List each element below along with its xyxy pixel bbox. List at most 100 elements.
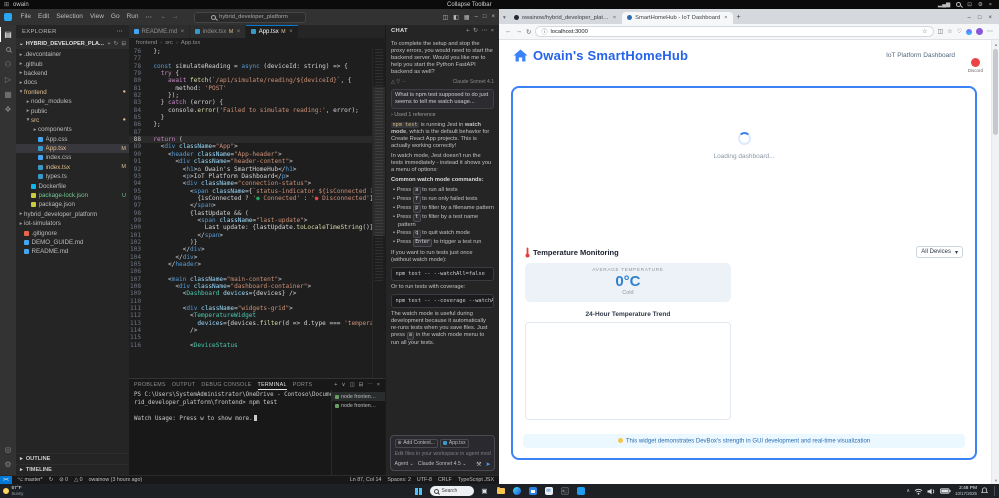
project-root-item[interactable]: ⌄ HYBRID_DEVELOPER_PLATFORM + ↻ ⊟ (16, 38, 129, 49)
code-line[interactable]: 83 } catch (error) { (129, 99, 372, 106)
scroll-down-icon[interactable]: ▼ (992, 476, 999, 484)
code-line[interactable]: 91 <div className="header-content"> (129, 158, 372, 165)
close-icon[interactable]: × (491, 28, 494, 34)
remote-explorer-icon[interactable]: ❖ (0, 102, 16, 117)
code-line[interactable]: 84 console.error('Failed to simulate rea… (129, 107, 372, 114)
status-spaces-2[interactable]: Spaces: 2 (387, 477, 411, 483)
show-desktop-button[interactable] (994, 486, 996, 496)
favorite-star-icon[interactable]: ☆ (922, 28, 927, 35)
feedback-icons[interactable]: △ ▽ ⋯ (391, 79, 406, 86)
device-filter-select[interactable]: All Devices▾ (916, 246, 963, 258)
tree-item-frontend[interactable]: ▾frontend● (16, 88, 129, 97)
code-line[interactable]: 116 <DeviceStatus (129, 342, 372, 349)
chat-references[interactable]: › Used 1 reference (391, 112, 494, 119)
tree-item-components[interactable]: ▸components (16, 125, 129, 134)
terminal-output[interactable]: PS C:\Users\SystemAdministrator\OneDrive… (129, 390, 331, 475)
address-bar[interactable]: ⓘ localhost:3000 ☆ (535, 26, 933, 37)
browser-essentials-icon[interactable]: ♡ (957, 28, 962, 35)
code-line[interactable]: 103 </div> (129, 246, 372, 253)
close-tab-icon[interactable]: × (237, 29, 241, 35)
terminal-tab-ports[interactable]: PORTS (293, 379, 313, 390)
code-line[interactable]: 108 <div className="dashboard-container"… (129, 283, 372, 290)
agent-mode-select[interactable]: Agent ⌄ (395, 461, 414, 467)
taskbar-vscode-icon[interactable] (576, 486, 586, 496)
run-debug-icon[interactable]: ▷ (0, 72, 16, 87)
terminal-tab-problems[interactable]: PROBLEMS (134, 379, 166, 390)
settings-gear-icon[interactable]: ⚙ (978, 2, 983, 8)
more-actions-icon[interactable]: ⋯ (117, 29, 123, 35)
status-sync[interactable]: ↻ (49, 477, 53, 483)
code-line[interactable]: 77 (129, 55, 372, 62)
settings-menu-icon[interactable]: ⋯ (987, 28, 993, 35)
tree-item-index.css[interactable]: index.css (16, 153, 129, 162)
menu-file[interactable]: File (17, 13, 34, 21)
status-warnings[interactable]: △0 (74, 477, 83, 483)
tree-item-demo-guide.md[interactable]: DEMO_GUIDE.md (16, 238, 129, 247)
taskbar-mail-icon[interactable]: ✉ (544, 486, 554, 496)
code-line[interactable]: 80 await fetch(`/api/simulate/reading/${… (129, 77, 372, 84)
maximize-icon[interactable]: □ (978, 15, 982, 21)
close-tab-icon[interactable]: × (724, 15, 727, 21)
kill-terminal-icon[interactable]: ⊟ (359, 382, 364, 388)
maximize-icon[interactable]: □ (483, 14, 487, 20)
editor-tab-readme.md[interactable]: README.md× (129, 25, 190, 38)
timeline-section[interactable]: ▸TIMELINE (16, 464, 129, 475)
fullscreen-icon[interactable]: ⊡ (967, 2, 972, 8)
collapse-toolbar-button[interactable]: Collapse Toolbar (447, 2, 492, 8)
hidden-icons-chevron[interactable]: ∧ (906, 488, 910, 494)
discord-widget[interactable]: Discord (968, 58, 983, 73)
menu-go[interactable]: Go (107, 13, 123, 21)
code-line[interactable]: 89 <div className="App"> (129, 143, 372, 150)
code-line[interactable]: 114 /> (129, 327, 372, 334)
chat-user-message[interactable]: What is npm test supposed to do just see… (391, 89, 494, 109)
breadcrumb-app.tsx[interactable]: App.tsx (181, 40, 200, 46)
code-line[interactable]: 88 return ( (129, 136, 372, 143)
new-file-icon[interactable]: + (107, 41, 110, 47)
scrollbar-thumb[interactable] (993, 49, 998, 135)
tools-icon[interactable]: ⚒ (476, 461, 481, 468)
new-tab-button[interactable]: + (737, 14, 741, 21)
status-ln-87-col-14[interactable]: Ln 87, Col 14 (350, 477, 382, 483)
code-line[interactable]: 93 <p>IoT Platform Dashboard</p> (129, 173, 372, 180)
status-git-blame[interactable]: owainow (3 hours ago) (89, 477, 143, 483)
tree-item-node-modules[interactable]: ▸node_modules (16, 97, 129, 106)
tree-item-app.css[interactable]: App.css (16, 135, 129, 144)
tree-item-dockerfile[interactable]: Dockerfile (16, 181, 129, 190)
minimize-icon[interactable]: – (968, 15, 971, 21)
tree-item-readme.md[interactable]: README.md (16, 247, 129, 256)
close-tab-icon[interactable]: × (289, 29, 293, 35)
remote-indicator[interactable]: >< (0, 476, 12, 484)
chat-code-block[interactable]: npm test -- --watchAll=false (391, 267, 494, 281)
code-line[interactable]: 111 <div className="widgets-grid"> (129, 305, 372, 312)
code-line[interactable]: 82 }); (129, 92, 372, 99)
close-icon[interactable]: × (988, 15, 992, 21)
status-typescript-jsx[interactable]: TypeScript JSX (458, 477, 494, 483)
outline-section[interactable]: ▸OUTLINE (16, 453, 129, 464)
close-tab-icon[interactable]: × (181, 29, 185, 35)
taskbar-edge-icon[interactable] (512, 486, 522, 496)
code-line[interactable]: 81 method: 'POST' (129, 85, 372, 92)
wifi-icon[interactable] (914, 488, 923, 495)
menu-run[interactable]: Run (123, 13, 142, 21)
code-line[interactable]: 97 </span> (129, 202, 372, 209)
terminal-instance[interactable]: node fronten… (332, 401, 385, 410)
battery-icon[interactable] (940, 488, 951, 494)
code-line[interactable]: 78 const simulateReading = async (device… (129, 63, 372, 70)
code-line[interactable]: 105 </header> (129, 261, 372, 268)
code-line[interactable]: 104 </div> (129, 254, 372, 261)
tree-item-.github[interactable]: ▸.github (16, 59, 129, 68)
history-nav-icons[interactable]: ← → (161, 14, 181, 20)
breadcrumb-src[interactable]: src (165, 40, 173, 46)
code-line[interactable]: 87 (129, 129, 372, 136)
code-line[interactable]: 76 }; (129, 48, 372, 55)
taskbar-store-icon[interactable] (528, 486, 538, 496)
taskbar-task-view-icon[interactable]: ▣ (480, 486, 490, 496)
code-line[interactable]: 102 )} (129, 239, 372, 246)
toggle-sidebar-icon[interactable]: ◧ (453, 14, 459, 21)
taskbar-terminal-icon[interactable]: >_ (560, 486, 570, 496)
editor-tab-app.tsx[interactable]: App.tsxM× (246, 25, 298, 38)
code-line[interactable]: 113 devices={devices.filter(d => d.type … (129, 320, 372, 327)
tree-item-types.ts[interactable]: types.ts (16, 172, 129, 181)
volume-icon[interactable] (927, 488, 936, 495)
minimize-icon[interactable]: – (475, 14, 478, 20)
